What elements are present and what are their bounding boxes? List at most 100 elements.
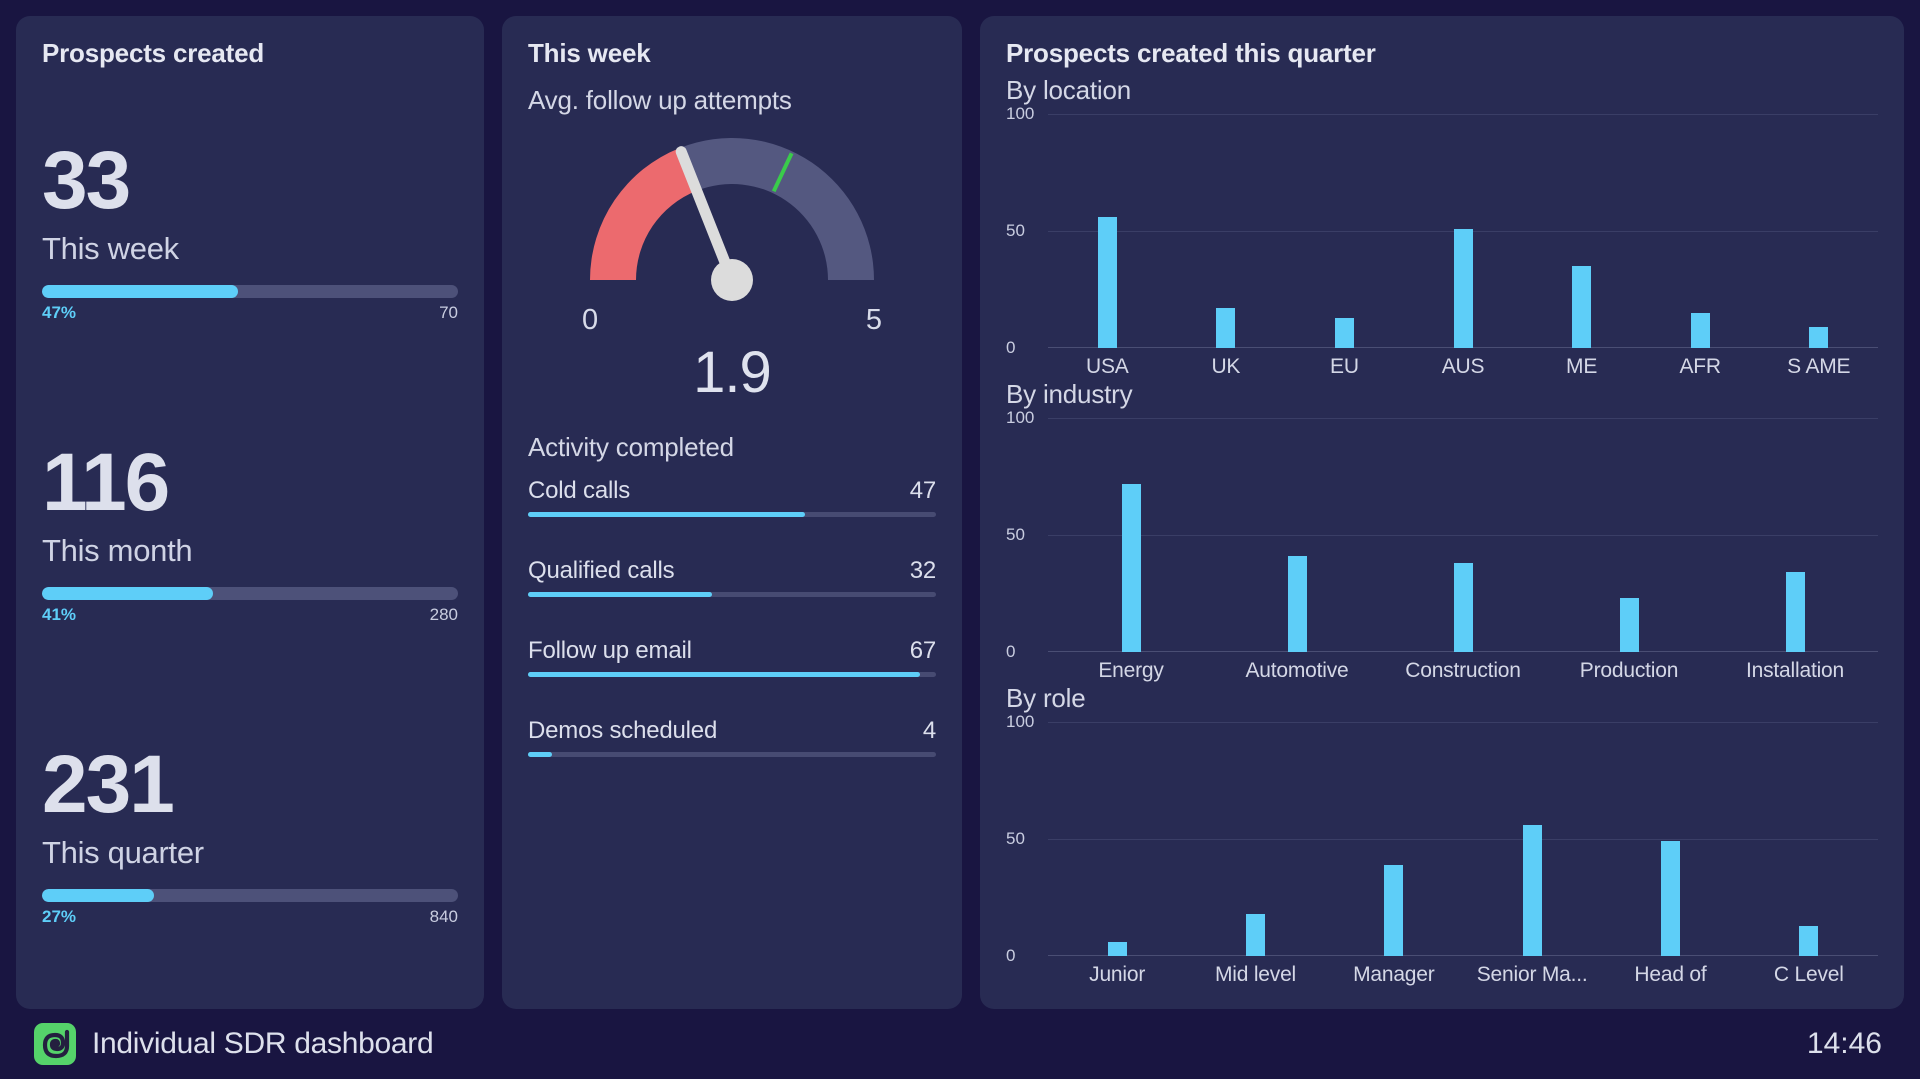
chart-block: By role 0 50 100 Junior Mid level Manager Senio… [1006,683,1878,987]
footer-brand: Individual SDR dashboard [34,1023,434,1065]
bar[interactable] [1384,864,1404,956]
card-prospects-quarter: Prospects created this quarter By locati… [980,16,1904,1009]
x-axis-tick-label: AUS [1441,355,1485,378]
bar-slot [1522,114,1641,348]
y-axis-tick-label: 100 [1006,712,1035,731]
bar[interactable] [1453,563,1473,652]
gauge-red-zone [590,147,697,280]
stat-caption: This quarter [42,835,204,871]
x-axis-tick-label: C Level [1773,963,1844,986]
activity-progress-track [528,592,936,597]
y-axis-tick-label: 0 [1006,338,1016,357]
bar[interactable] [1809,326,1829,348]
activity-item: Qualified calls 32 [528,557,936,597]
activity-list: Cold calls 47 Qualified calls 32 Follow up e… [528,477,936,987]
page-title: Prospects created [42,38,265,68]
bar-slot [1214,418,1380,652]
x-axis-tick-label: Installation [1746,659,1844,682]
stat-value: 33 [42,134,131,226]
progress-bar-fill [42,285,238,299]
x-axis-tick-label: Senior Ma... [1476,963,1588,986]
y-axis-tick-label: 100 [1006,104,1035,123]
bar[interactable] [1121,483,1141,652]
chart-group: By location 0 50 100 USA UK EU AUS ME AFR S AME By … [1006,75,1878,987]
bar-slot [1380,418,1546,652]
stat-block-list: 33 This week 47% 70 116 This month 41% 280 231 Th… [42,75,458,987]
gauge-widget: 0 5 1.9 [528,120,936,406]
activity-progress-track [528,672,936,677]
progress-bar [42,587,458,601]
bar[interactable] [1216,308,1236,348]
bar[interactable] [1660,841,1680,956]
x-axis-tick-label: AFR [1679,355,1721,378]
activity-progress-track [528,512,936,517]
chart-plot-area: 0 50 100 [1006,712,1878,965]
x-axis-labels: Energy Automotive Construction Production In… [1048,659,1878,683]
stat-block: 116 This month 41% 280 [42,441,458,625]
bar[interactable] [1572,266,1592,348]
bar-slot [1712,418,1878,652]
chart-plot-area: 0 50 100 [1006,104,1878,357]
bar[interactable] [1522,824,1542,956]
footer-bar: Individual SDR dashboard 14:46 [16,1009,1904,1079]
dashboard-root: Prospects created 33 This week 47% 70 116 Thi… [0,0,1920,1079]
progress-target: 280 [429,605,458,625]
bar[interactable] [1453,228,1473,348]
activity-completed-title: Activity completed [528,432,734,462]
spiral-leaf-logo-icon [34,1023,76,1065]
activity-label: Follow up email [528,637,692,664]
activity-item: Demos scheduled 4 [528,717,936,757]
bar[interactable] [1785,572,1805,652]
x-axis-labels: Junior Mid level Manager Senior Ma... Head o… [1048,963,1878,987]
chart-title: By role [1006,683,1086,713]
panel-row: Prospects created 33 This week 47% 70 116 Thi… [16,16,1904,1009]
activity-value: 4 [922,717,936,744]
x-axis-tick-label: EU [1330,355,1359,378]
bar[interactable] [1097,216,1117,348]
bar-slot [1546,418,1712,652]
card-title-this-week: This week [528,38,651,68]
bar[interactable] [1799,925,1819,956]
x-axis-tick-label: S AME [1787,355,1851,378]
progress-legend: 41% 280 [42,605,458,625]
card-prospects-created: Prospects created 33 This week 47% 70 116 Thi… [16,16,484,1009]
x-axis-tick-label: ME [1566,355,1598,378]
card-this-week: This week Avg. follow up attempts 0 5 1.… [502,16,962,1009]
bar-slot [1048,418,1214,652]
stat-value: 231 [42,738,175,830]
activity-header: Cold calls 47 [528,477,936,505]
bar[interactable] [1245,913,1265,956]
progress-target: 840 [429,907,458,927]
x-axis-tick-label: Automotive [1245,659,1349,682]
progress-bar [42,285,458,299]
x-axis-tick-label: Production [1579,659,1679,682]
bar-slot [1601,722,1739,956]
activity-progress-fill [528,512,806,517]
y-axis-tick-label: 0 [1006,642,1016,661]
stat-block: 33 This week 47% 70 [42,134,458,323]
gauge-chart [590,138,874,301]
x-axis-tick-label: Mid level [1214,963,1297,986]
x-axis-tick-label: USA [1085,355,1129,378]
activity-value: 47 [909,477,936,504]
x-axis-tick-label: UK [1211,355,1241,378]
x-axis-tick-label: Construction [1405,659,1521,682]
bar-slot [1740,722,1878,956]
bar-slot [1759,114,1878,348]
bar-slot [1048,114,1167,348]
bar[interactable] [1107,941,1127,956]
progress-percent: 27% [42,907,77,927]
x-axis-tick-label: Energy [1098,659,1164,682]
progress-bar [42,889,458,903]
x-axis-labels: USA UK EU AUS ME AFR S AME [1048,355,1878,379]
bar[interactable] [1287,556,1307,652]
progress-target: 70 [439,303,458,323]
x-axis-tick-label: Head of [1634,963,1707,986]
activity-progress-fill [528,752,553,757]
bar[interactable] [1690,312,1710,348]
bar-slot [1285,114,1404,348]
bar-series [1048,114,1878,348]
bar[interactable] [1619,598,1639,652]
activity-header: Follow up email 67 [528,637,936,665]
bar[interactable] [1334,317,1354,348]
